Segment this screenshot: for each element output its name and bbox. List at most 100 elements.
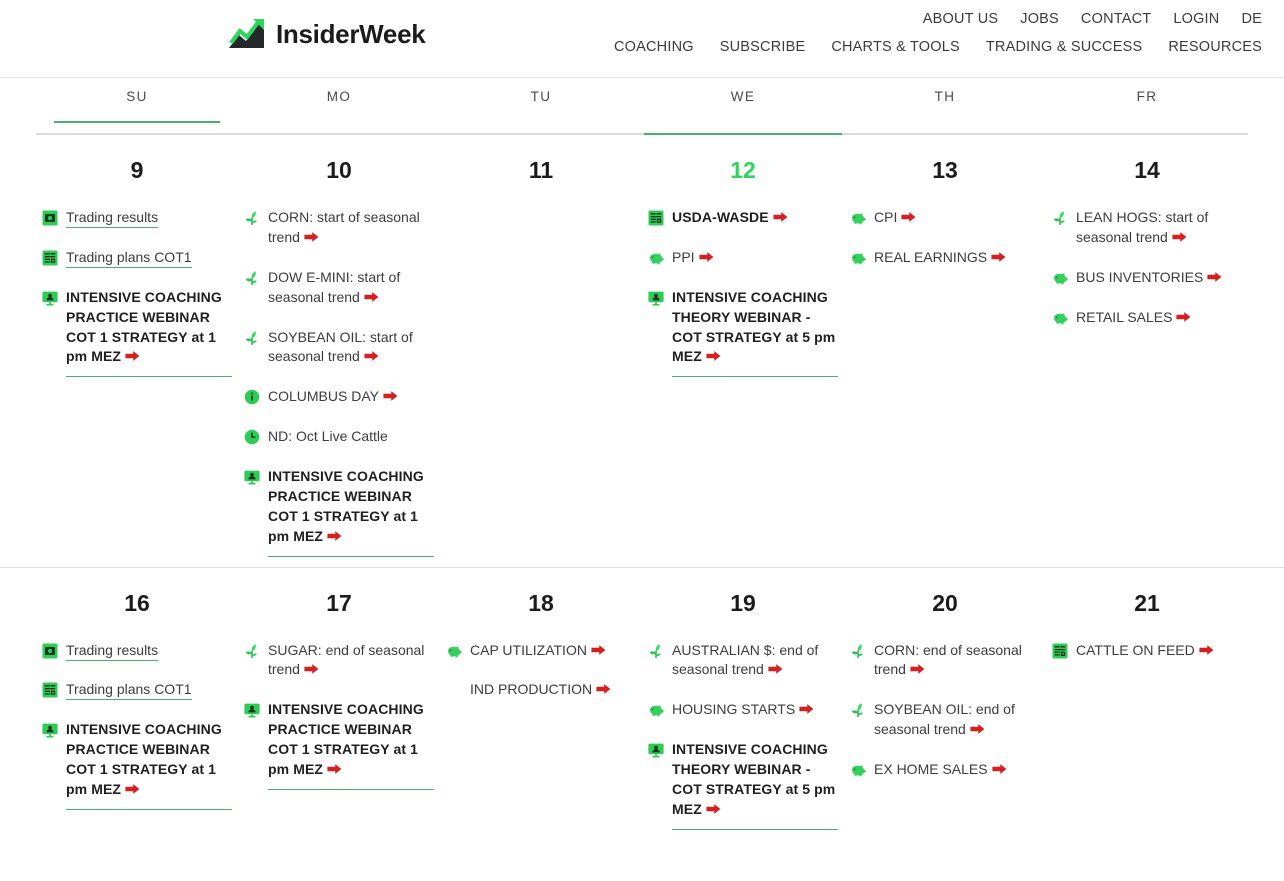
- event-title[interactable]: CPI: [874, 209, 897, 225]
- arrow-right-icon[interactable]: [768, 663, 783, 675]
- arrow-right-icon[interactable]: [327, 530, 342, 542]
- nav-login[interactable]: LOGIN: [1173, 11, 1219, 27]
- calendar-event[interactable]: Trading plans COT1: [42, 248, 232, 268]
- event-title[interactable]: CORN: start of seasonal trend: [268, 209, 420, 245]
- calendar-event[interactable]: SOYBEAN OIL: start of seasonal trend: [244, 328, 434, 368]
- arrow-right-icon[interactable]: [1176, 311, 1191, 323]
- arrow-right-icon[interactable]: [327, 763, 342, 775]
- event-title[interactable]: SUGAR: end of seasonal trend: [268, 642, 424, 678]
- arrow-right-icon[interactable]: [991, 251, 1006, 263]
- event-title[interactable]: HOUSING STARTS: [672, 701, 795, 717]
- arrow-right-icon[interactable]: [383, 390, 398, 402]
- nav-about-us[interactable]: ABOUT US: [923, 11, 998, 27]
- calendar-event[interactable]: Trading results: [42, 641, 232, 661]
- nav-charts-and-tools[interactable]: CHARTS & TOOLS: [831, 39, 960, 55]
- arrow-right-icon[interactable]: [304, 231, 319, 243]
- day-number[interactable]: 13: [850, 157, 1040, 184]
- calendar-event[interactable]: HOUSING STARTS: [648, 700, 838, 720]
- calendar-event[interactable]: AUSTRALIAN $: end of seasonal trend: [648, 641, 838, 681]
- nav-language-de[interactable]: DE: [1241, 11, 1262, 27]
- event-title[interactable]: LEAN HOGS: start of seasonal trend: [1076, 209, 1208, 245]
- event-title[interactable]: AUSTRALIAN $: end of seasonal trend: [672, 642, 818, 678]
- event-title[interactable]: INTENSIVE COACHING THEORY WEBINAR - COT …: [672, 289, 835, 365]
- arrow-right-icon[interactable]: [901, 211, 916, 223]
- day-number[interactable]: 17: [244, 590, 434, 617]
- nav-trading-and-success[interactable]: TRADING & SUCCESS: [986, 39, 1142, 55]
- arrow-right-icon[interactable]: [1199, 644, 1214, 656]
- day-number[interactable]: 11: [446, 157, 636, 184]
- calendar-event[interactable]: DOW E-MINI: start of seasonal trend: [244, 268, 434, 308]
- calendar-event[interactable]: INTENSIVE COACHING THEORY WEBINAR - COT …: [648, 740, 838, 830]
- calendar-event[interactable]: PPI: [648, 248, 838, 268]
- event-title[interactable]: Trading plans COT1: [66, 681, 192, 701]
- event-title[interactable]: INTENSIVE COACHING PRACTICE WEBINAR COT …: [268, 468, 424, 544]
- arrow-right-icon[interactable]: [596, 683, 611, 695]
- day-number[interactable]: 20: [850, 590, 1040, 617]
- calendar-event[interactable]: COLUMBUS DAY: [244, 387, 434, 407]
- calendar-event[interactable]: Trading results: [42, 208, 232, 228]
- arrow-right-icon[interactable]: [125, 783, 140, 795]
- arrow-right-icon[interactable]: [364, 350, 379, 362]
- calendar-event[interactable]: IND PRODUCTION: [446, 680, 636, 700]
- event-title[interactable]: COLUMBUS DAY: [268, 388, 379, 404]
- calendar-event[interactable]: EX HOME SALES: [850, 760, 1040, 780]
- event-title[interactable]: INTENSIVE COACHING PRACTICE WEBINAR COT …: [66, 289, 222, 365]
- event-title[interactable]: INTENSIVE COACHING PRACTICE WEBINAR COT …: [268, 701, 424, 777]
- event-title[interactable]: EX HOME SALES: [874, 761, 988, 777]
- day-number[interactable]: 19: [648, 590, 838, 617]
- nav-contact[interactable]: CONTACT: [1081, 11, 1151, 27]
- calendar-event[interactable]: USDA-WASDE: [648, 208, 838, 228]
- arrow-right-icon[interactable]: [706, 350, 721, 362]
- event-title[interactable]: BUS INVENTORIES: [1076, 269, 1203, 285]
- nav-jobs[interactable]: JOBS: [1020, 11, 1059, 27]
- day-number[interactable]: 14: [1052, 157, 1242, 184]
- calendar-event[interactable]: ND: Oct Live Cattle: [244, 427, 434, 447]
- calendar-event[interactable]: CORN: start of seasonal trend: [244, 208, 434, 248]
- calendar-event[interactable]: CATTLE ON FEED: [1052, 641, 1242, 661]
- calendar-event[interactable]: RETAIL SALES: [1052, 308, 1242, 328]
- event-title[interactable]: CATTLE ON FEED: [1076, 642, 1195, 658]
- day-number[interactable]: 16: [42, 590, 232, 617]
- calendar-event[interactable]: INTENSIVE COACHING PRACTICE WEBINAR COT …: [244, 700, 434, 790]
- event-title[interactable]: REAL EARNINGS: [874, 249, 987, 265]
- arrow-right-icon[interactable]: [699, 251, 714, 263]
- event-title[interactable]: USDA-WASDE: [672, 209, 769, 225]
- arrow-right-icon[interactable]: [1207, 271, 1222, 283]
- arrow-right-icon[interactable]: [125, 350, 140, 362]
- calendar-event[interactable]: INTENSIVE COACHING PRACTICE WEBINAR COT …: [42, 720, 232, 810]
- event-title[interactable]: IND PRODUCTION: [470, 681, 592, 697]
- day-number[interactable]: 9: [42, 157, 232, 184]
- calendar-event[interactable]: CAP UTILIZATION: [446, 641, 636, 661]
- calendar-event[interactable]: BUS INVENTORIES: [1052, 268, 1242, 288]
- event-title[interactable]: CAP UTILIZATION: [470, 642, 587, 658]
- nav-coaching[interactable]: COACHING: [614, 39, 694, 55]
- event-title[interactable]: SOYBEAN OIL: start of seasonal trend: [268, 329, 413, 365]
- arrow-right-icon[interactable]: [591, 644, 606, 656]
- calendar-event[interactable]: LEAN HOGS: start of seasonal trend: [1052, 208, 1242, 248]
- event-title[interactable]: PPI: [672, 249, 695, 265]
- calendar-event[interactable]: CPI: [850, 208, 1040, 228]
- nav-resources[interactable]: RESOURCES: [1168, 39, 1262, 55]
- day-number[interactable]: 18: [446, 590, 636, 617]
- arrow-right-icon[interactable]: [970, 723, 985, 735]
- calendar-event[interactable]: INTENSIVE COACHING THEORY WEBINAR - COT …: [648, 288, 838, 378]
- arrow-right-icon[interactable]: [992, 763, 1007, 775]
- event-title[interactable]: ND: Oct Live Cattle: [268, 428, 388, 444]
- arrow-right-icon[interactable]: [1172, 231, 1187, 243]
- arrow-right-icon[interactable]: [706, 803, 721, 815]
- arrow-right-icon[interactable]: [304, 663, 319, 675]
- calendar-event[interactable]: INTENSIVE COACHING PRACTICE WEBINAR COT …: [244, 467, 434, 557]
- brand-logo-link[interactable]: InsiderWeek: [228, 17, 426, 51]
- event-title[interactable]: INTENSIVE COACHING THEORY WEBINAR - COT …: [672, 741, 835, 817]
- calendar-event[interactable]: SOYBEAN OIL: end of seasonal trend: [850, 700, 1040, 740]
- day-number[interactable]: 21: [1052, 590, 1242, 617]
- nav-subscribe[interactable]: SUBSCRIBE: [720, 39, 806, 55]
- arrow-right-icon[interactable]: [910, 663, 925, 675]
- calendar-event[interactable]: CORN: end of seasonal trend: [850, 641, 1040, 681]
- event-title[interactable]: CORN: end of seasonal trend: [874, 642, 1022, 678]
- calendar-event[interactable]: SUGAR: end of seasonal trend: [244, 641, 434, 681]
- arrow-right-icon[interactable]: [364, 291, 379, 303]
- event-title[interactable]: Trading results: [66, 209, 159, 228]
- day-number[interactable]: 10: [244, 157, 434, 184]
- arrow-right-icon[interactable]: [799, 703, 814, 715]
